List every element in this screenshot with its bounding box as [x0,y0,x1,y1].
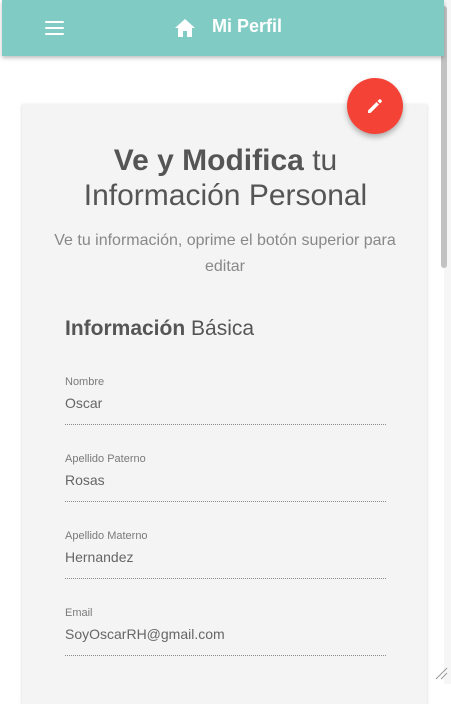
field-nombre[interactable]: Nombre Oscar [65,375,386,435]
section-title-bold: Información [65,317,186,340]
page-subtitle: Ve tu información, oprime el botón super… [54,232,396,275]
heading-bold: Ve y Modifica [113,144,304,177]
heading-line2: Información Personal [83,179,368,212]
edit-icon [368,99,382,113]
field-value: SoyOscarRH@gmail.com [65,626,225,642]
field-label: Email [65,607,93,619]
field-label: Apellido Materno [65,530,148,542]
field-underline [65,424,386,425]
edit-button[interactable] [347,78,403,134]
field-underline [65,578,386,579]
field-value: Oscar [65,395,103,411]
section-title: Información Básica [65,315,254,343]
field-apellido-paterno[interactable]: Apellido Paterno Rosas [65,452,386,512]
field-email[interactable]: Email SoyOscarRH@gmail.com [65,606,386,666]
field-value: Rosas [65,472,105,488]
field-label: Apellido Paterno [65,453,146,465]
heading-rest: tu [312,144,338,177]
menu-icon[interactable] [45,18,65,38]
app-bar: Mi Perfil [2,0,444,56]
field-underline [65,655,386,656]
resize-grip-icon[interactable] [434,666,448,680]
field-value: Hernandez [65,549,134,565]
page-heading: Ve y Modifica tu Información Personal [0,143,451,213]
field-label: Nombre [65,376,105,388]
field-apellido-materno[interactable]: Apellido Materno Hernandez [65,529,386,589]
section-title-rest: Básica [191,317,255,340]
field-underline [65,501,386,502]
app-title: Mi Perfil [212,16,283,36]
home-icon[interactable] [174,18,196,38]
